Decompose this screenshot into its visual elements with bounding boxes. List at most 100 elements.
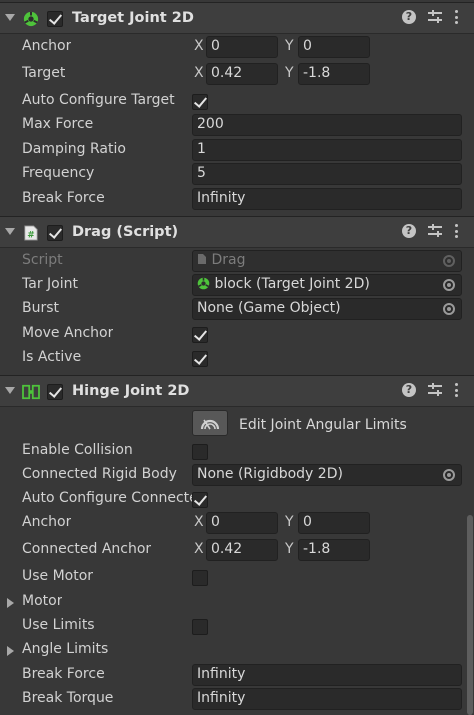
script-file-icon: # (24, 225, 38, 241)
target-x-input[interactable]: 0.42 (206, 63, 278, 85)
object-picker-icon[interactable] (443, 469, 455, 481)
tar-joint-value: block (Target Joint 2D) (214, 276, 370, 292)
tar-joint-row: Tar Joint block (Target Joint 2D) (0, 274, 474, 298)
hinge-break-force-input[interactable]: Infinity (192, 664, 462, 686)
y-axis-label: Y (285, 38, 294, 54)
auto-configure-connected-checkbox[interactable] (192, 492, 208, 508)
angle-limits-label: Angle Limits (22, 641, 109, 657)
frequency-label: Frequency (22, 165, 95, 181)
target-row: Target X 0.42 Y -1.8 (0, 63, 474, 87)
break-torque-label: Break Torque (22, 690, 114, 706)
angular-limits-icon (200, 419, 220, 430)
foldout-arrow-icon[interactable] (5, 14, 15, 21)
script-row: Script Drag (0, 250, 474, 274)
preset-icon[interactable] (428, 383, 442, 397)
x-axis-label: X (194, 65, 204, 81)
help-icon[interactable]: ? (402, 383, 416, 397)
context-menu-icon[interactable] (454, 383, 458, 397)
auto-configure-target-label: Auto Configure Target (22, 92, 175, 108)
script-value: Drag (211, 252, 246, 268)
anchor-label: Anchor (22, 38, 72, 54)
move-anchor-label: Move Anchor (22, 325, 114, 341)
component-title: Target Joint 2D (72, 10, 194, 26)
target-joint-icon (197, 277, 210, 290)
angle-limits-foldout-row[interactable]: Angle Limits (0, 639, 474, 663)
target-y-input[interactable]: -1.8 (298, 63, 370, 85)
use-motor-row: Use Motor (0, 566, 474, 590)
target-joint-enabled-checkbox[interactable] (47, 11, 63, 27)
foldout-arrow-icon[interactable] (5, 387, 15, 394)
use-motor-checkbox[interactable] (192, 570, 208, 586)
hinge-break-force-row: Break Force Infinity (0, 664, 474, 688)
frequency-row: Frequency 5 (0, 163, 474, 187)
connected-anchor-y-input[interactable]: -1.8 (298, 539, 370, 561)
burst-row: Burst None (Game Object) (0, 298, 474, 322)
component-title: Drag (Script) (72, 224, 179, 240)
motor-label: Motor (22, 593, 63, 609)
hinge-joint-header[interactable]: Hinge Joint 2D ? (0, 375, 474, 407)
preset-icon[interactable] (428, 10, 442, 24)
auto-configure-target-checkbox[interactable] (192, 94, 208, 110)
anchor-y-input[interactable]: 0 (298, 36, 370, 58)
edit-angular-limits-button[interactable] (192, 410, 228, 436)
preset-icon[interactable] (428, 224, 442, 238)
damping-ratio-row: Damping Ratio 1 (0, 139, 474, 163)
inspector-scrollbar[interactable] (467, 515, 473, 715)
move-anchor-checkbox[interactable] (192, 327, 208, 343)
break-force-label: Break Force (22, 190, 105, 206)
target-joint-icon (23, 11, 39, 27)
hinge-anchor-x-input[interactable]: 0 (206, 512, 278, 534)
object-picker-icon[interactable] (443, 303, 455, 315)
max-force-label: Max Force (22, 116, 94, 132)
use-limits-checkbox[interactable] (192, 619, 208, 635)
connected-anchor-x-input[interactable]: 0.42 (206, 539, 278, 561)
enable-collision-row: Enable Collision (0, 440, 474, 464)
frequency-input[interactable]: 5 (192, 163, 462, 185)
help-icon[interactable]: ? (402, 224, 416, 238)
connected-body-label: Connected Rigid Body (22, 466, 177, 482)
enable-collision-checkbox[interactable] (192, 444, 208, 460)
motor-foldout-row[interactable]: Motor (0, 591, 474, 615)
max-force-input[interactable]: 200 (192, 114, 462, 136)
expand-arrow-icon[interactable] (7, 598, 14, 608)
drag-script-enabled-checkbox[interactable] (47, 225, 63, 241)
script-field: Drag (192, 250, 462, 272)
hinge-anchor-row: Anchor X 0 Y 0 (0, 512, 474, 536)
script-file-icon (198, 254, 206, 264)
hinge-joint-icon (22, 384, 40, 400)
hinge-joint-enabled-checkbox[interactable] (47, 384, 63, 400)
foldout-arrow-icon[interactable] (5, 228, 15, 235)
hinge-anchor-label: Anchor (22, 514, 72, 530)
object-picker-icon[interactable] (443, 279, 455, 291)
max-force-row: Max Force 200 (0, 114, 474, 138)
auto-configure-target-row: Auto Configure Target (0, 90, 474, 114)
context-menu-icon[interactable] (454, 224, 458, 238)
x-axis-label: X (194, 514, 204, 530)
expand-arrow-icon[interactable] (7, 646, 14, 656)
is-active-row: Is Active (0, 347, 474, 371)
damping-ratio-input[interactable]: 1 (192, 139, 462, 161)
hinge-anchor-y-input[interactable]: 0 (298, 512, 370, 534)
use-motor-label: Use Motor (22, 568, 94, 584)
break-force-input[interactable]: Infinity (192, 188, 462, 210)
tar-joint-field[interactable]: block (Target Joint 2D) (192, 274, 462, 296)
help-icon[interactable]: ? (402, 10, 416, 24)
use-limits-label: Use Limits (22, 617, 95, 633)
tar-joint-label: Tar Joint (22, 276, 78, 292)
target-joint-header[interactable]: Target Joint 2D ? (0, 2, 474, 34)
break-torque-input[interactable]: Infinity (192, 688, 462, 710)
break-force-row: Break Force Infinity (0, 188, 474, 212)
y-axis-label: Y (285, 514, 294, 530)
anchor-x-input[interactable]: 0 (206, 36, 278, 58)
is-active-label: Is Active (22, 349, 82, 365)
connected-body-field[interactable]: None (Rigidbody 2D) (192, 464, 462, 486)
is-active-checkbox[interactable] (192, 351, 208, 367)
burst-field[interactable]: None (Game Object) (192, 298, 462, 320)
y-axis-label: Y (285, 65, 294, 81)
connected-body-row: Connected Rigid Body None (Rigidbody 2D) (0, 464, 474, 488)
drag-script-header[interactable]: # Drag (Script) ? (0, 216, 474, 248)
svg-text:#: # (27, 230, 34, 240)
context-menu-icon[interactable] (454, 10, 458, 24)
script-label: Script (22, 252, 63, 268)
move-anchor-row: Move Anchor (0, 323, 474, 347)
